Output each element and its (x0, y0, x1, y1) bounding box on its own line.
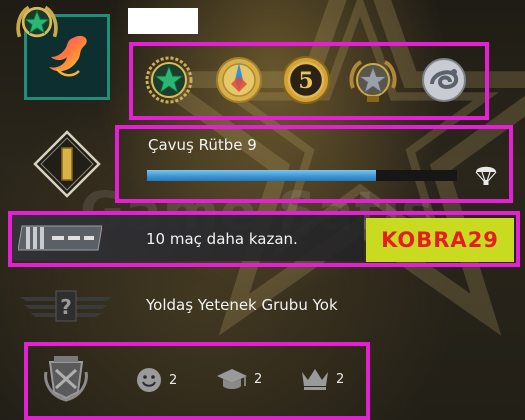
friendly-commendation: 2 (135, 366, 177, 394)
veteran-star-medal-icon[interactable] (347, 54, 399, 106)
rank-title: Çavuş Rütbe 9 (148, 136, 257, 154)
xp-progress-fill (147, 170, 377, 181)
skill-group-wings-icon: ? (20, 290, 112, 322)
commendation-emblem-icon (44, 356, 88, 402)
level-badge-icon (16, 5, 58, 38)
graduation-cap-icon (217, 369, 247, 389)
rank-emblem-icon (33, 130, 101, 198)
five-year-coin-icon[interactable]: 5 (280, 54, 332, 106)
friendly-count: 2 (169, 372, 178, 388)
compass-medal-icon[interactable] (213, 54, 265, 106)
teacher-count: 2 (254, 371, 263, 387)
service-star-medal-icon[interactable] (143, 54, 195, 106)
svg-text:?: ? (60, 295, 72, 319)
kobra-tag: KOBRA29 (366, 218, 514, 262)
xp-progress-bar (147, 170, 457, 181)
crown-icon (302, 369, 328, 390)
serpent-coin-icon[interactable] (418, 54, 470, 106)
skill-group-text: Yoldaş Yetenek Grubu Yok (146, 296, 338, 314)
teacher-commendation: 2 (216, 366, 262, 392)
svg-text:5: 5 (298, 68, 313, 94)
leader-commendation: 2 (300, 366, 344, 392)
parachute-drop-icon[interactable] (474, 161, 498, 187)
smiley-icon (137, 368, 161, 392)
leader-count: 2 (336, 371, 345, 387)
profile-name-redacted (128, 8, 198, 34)
